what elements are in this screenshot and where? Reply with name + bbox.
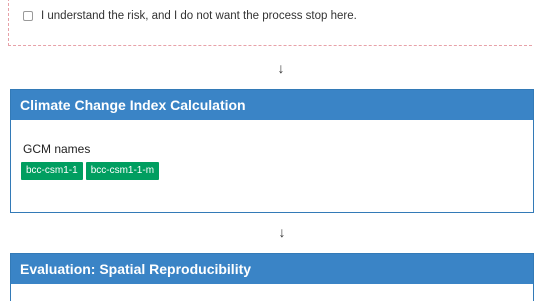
evaluation-panel-header: Evaluation: Spatial Reproducibility [11, 254, 533, 284]
evaluation-panel-title: Evaluation: Spatial Reproducibility [20, 261, 252, 277]
risk-confirmation-box: I understand the risk, and I do not want… [8, 0, 532, 46]
gcm-names-label: GCM names [23, 142, 91, 156]
gcm-names-tags: bcc-csm1-1 bcc-csm1-1-m [21, 162, 160, 180]
climate-index-panel-header: Climate Change Index Calculation [11, 90, 533, 120]
evaluation-panel: Evaluation: Spatial Reproducibility [10, 253, 534, 301]
risk-checkbox-row[interactable]: I understand the risk, and I do not want… [23, 10, 357, 22]
gcm-tag: bcc-csm1-1-m [85, 162, 160, 180]
down-arrow-icon: ↓ [278, 224, 286, 240]
climate-index-panel: Climate Change Index Calculation GCM nam… [10, 89, 534, 213]
gcm-tag: bcc-csm1-1 [21, 162, 83, 180]
risk-checkbox[interactable] [23, 11, 33, 21]
climate-index-panel-title: Climate Change Index Calculation [20, 97, 246, 113]
workflow-page: I understand the risk, and I do not want… [0, 0, 535, 301]
risk-checkbox-label[interactable]: I understand the risk, and I do not want… [41, 10, 357, 22]
down-arrow-icon: ↓ [277, 60, 285, 76]
